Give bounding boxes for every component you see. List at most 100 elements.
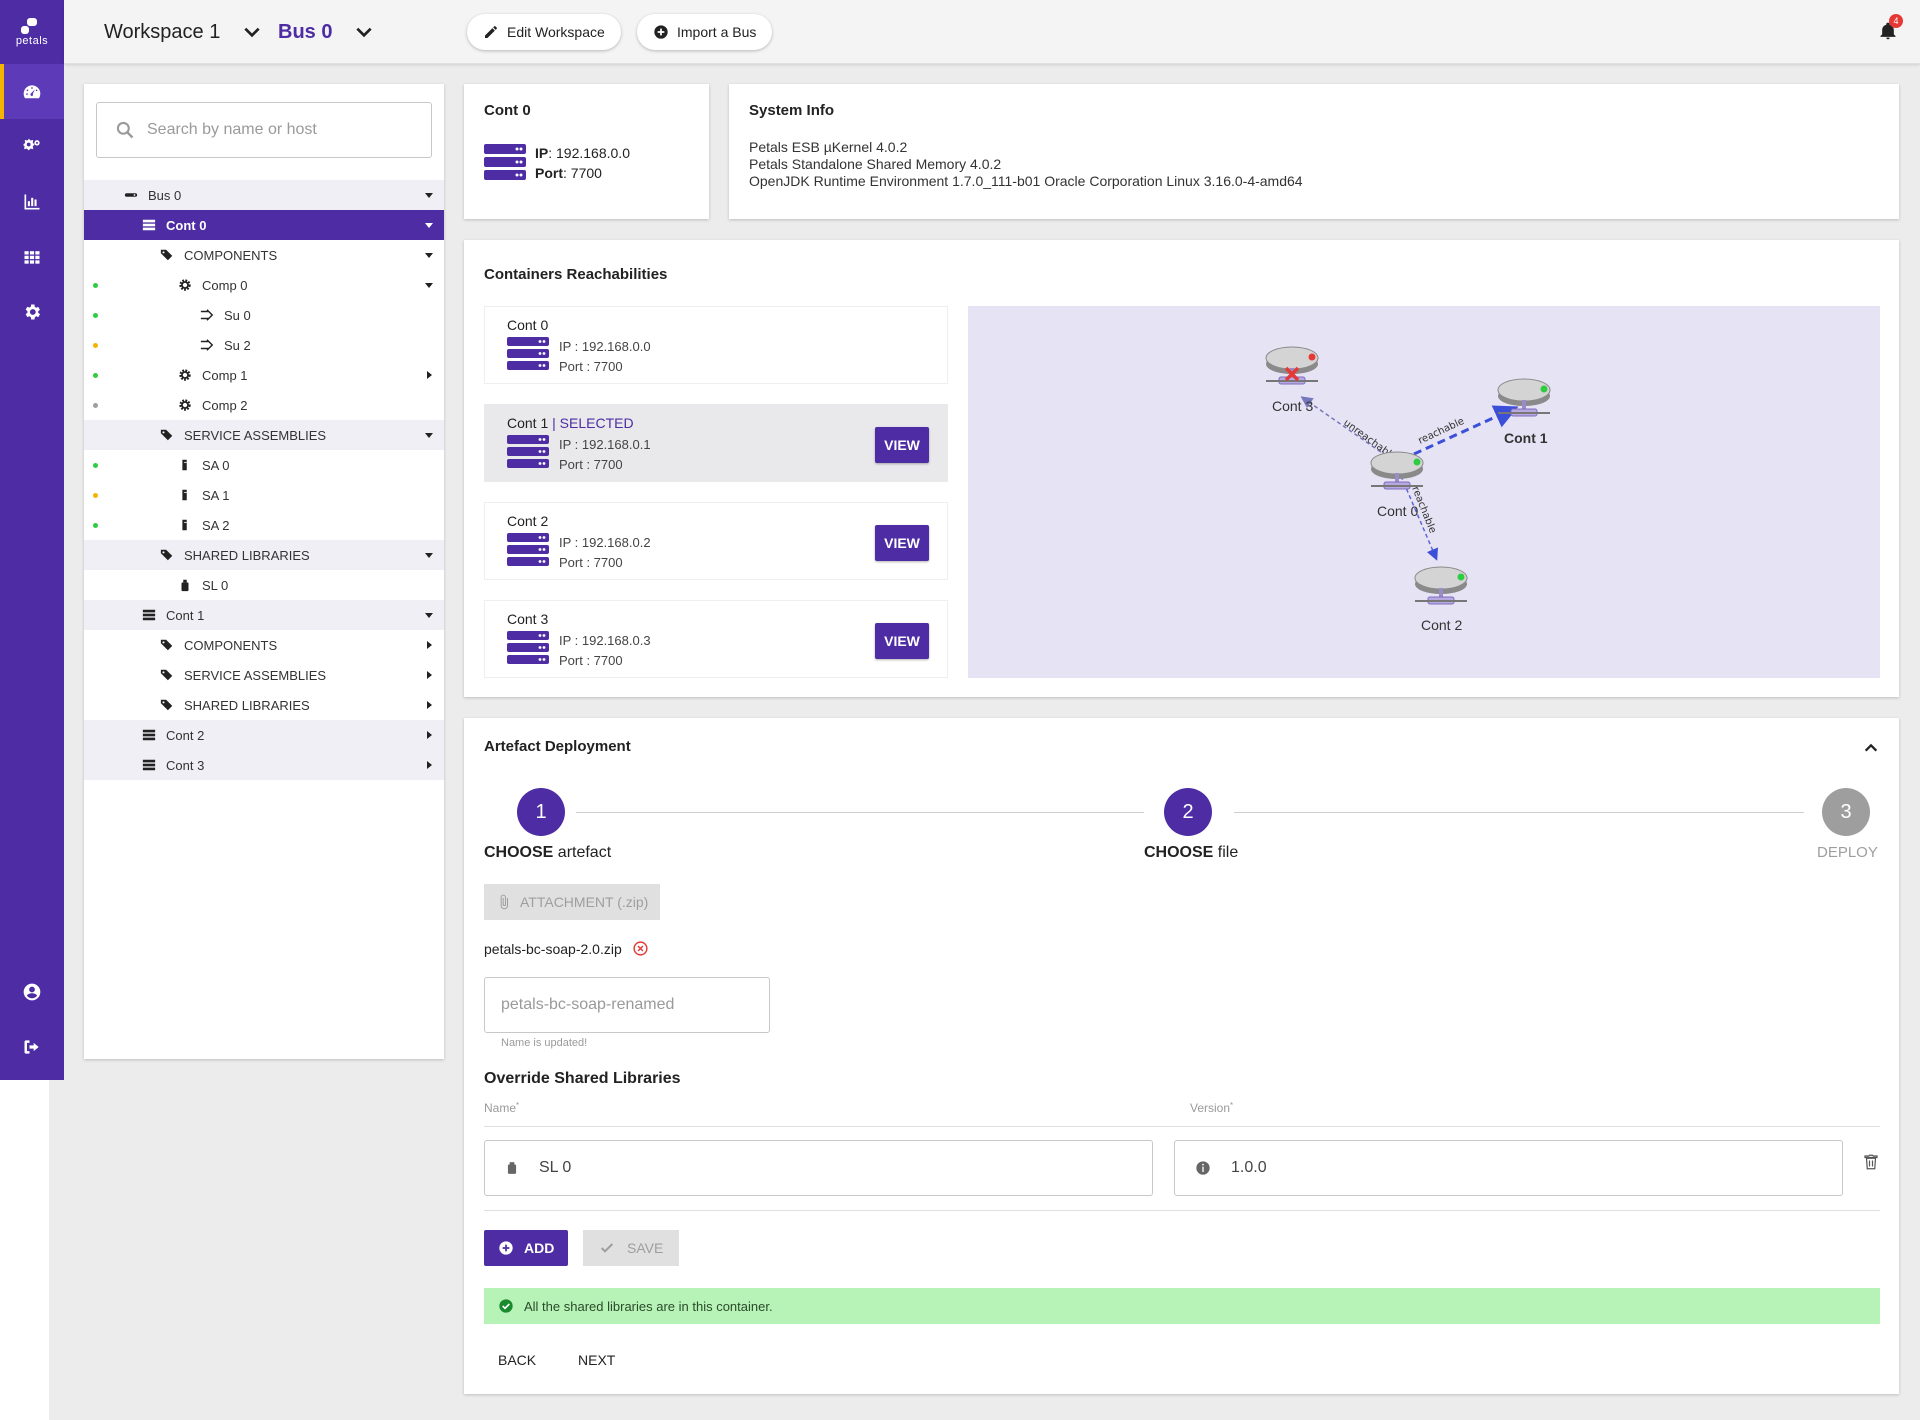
tree-node[interactable]: SERVICE ASSEMBLIES <box>84 660 444 690</box>
container-address: IP : 192.168.0.3 Port : 7700 <box>559 633 651 668</box>
rename-input[interactable]: petals-bc-soap-renamed <box>484 977 770 1033</box>
chevron-up-icon[interactable] <box>1863 740 1879 756</box>
container-ip: 192.168.0.0 <box>556 145 630 161</box>
sl-name-input[interactable]: SL 0 <box>484 1140 1153 1196</box>
step-2-circle[interactable]: 2 <box>1164 788 1212 836</box>
account-icon <box>23 983 41 1000</box>
nav-apps[interactable] <box>0 229 64 284</box>
tree-node[interactable]: Su 2 <box>84 330 444 360</box>
edit-workspace-button[interactable]: Edit Workspace <box>467 14 621 50</box>
node-cont-2[interactable] <box>1414 566 1468 605</box>
tree-node[interactable]: Su 0 <box>84 300 444 330</box>
status-dot <box>93 403 98 408</box>
reachability-item[interactable]: Cont 0 IP : 192.168.0.0 Port : 7700 <box>484 306 948 384</box>
sa-icon <box>182 459 187 471</box>
remove-file-icon[interactable] <box>632 940 649 957</box>
nav-logout[interactable] <box>0 1019 64 1074</box>
attachment-button[interactable]: ATTACHMENT (.zip) <box>484 884 661 920</box>
reachability-graph[interactable]: unreachable reachable reachable Cont 3 C… <box>968 306 1880 678</box>
workspace-selector[interactable]: Workspace 1 <box>104 0 262 64</box>
tree-node[interactable]: Cont 0 <box>84 210 444 240</box>
gears-icon <box>23 138 40 150</box>
tree-node[interactable]: SHARED LIBRARIES <box>84 540 444 570</box>
node-cont-3[interactable] <box>1265 346 1319 385</box>
reachability-item[interactable]: Cont 3 IP : 192.168.0.3 Port : 7700 VIEW <box>484 600 948 678</box>
tree-node-label: Su 2 <box>224 337 251 353</box>
delete-icon[interactable] <box>1862 1152 1880 1172</box>
tree-node[interactable]: Comp 2 <box>84 390 444 420</box>
petals-logo[interactable]: petals <box>0 0 64 64</box>
status-dot <box>93 493 98 498</box>
caret-down-icon[interactable] <box>424 240 434 270</box>
caret-down-icon[interactable] <box>424 600 434 630</box>
node-cont-0[interactable] <box>1370 451 1424 490</box>
tree-node[interactable]: Cont 3 <box>84 750 444 780</box>
tree-node[interactable]: SL 0 <box>84 570 444 600</box>
next-button[interactable]: NEXT <box>566 1342 627 1378</box>
tree-list: Bus 0 Cont 0 COMPONENTS Comp 0 Su 0 Su 2 Comp … <box>84 180 444 780</box>
caret-right-icon[interactable] <box>424 630 434 660</box>
caret-down-icon[interactable] <box>424 180 434 210</box>
server-icon <box>142 609 156 621</box>
reachability-item[interactable]: Cont 2 IP : 192.168.0.2 Port : 7700 VIEW <box>484 502 948 580</box>
nav-dashboard[interactable] <box>0 64 64 119</box>
step-1-circle[interactable]: 1 <box>517 788 565 836</box>
tree-node[interactable]: SERVICE ASSEMBLIES <box>84 420 444 450</box>
bar-chart-icon <box>24 194 40 209</box>
nav-statistics[interactable] <box>0 174 64 229</box>
caret-right-icon[interactable] <box>424 690 434 720</box>
system-info-line: OpenJDK Runtime Environment 1.7.0_111-b0… <box>749 173 1303 189</box>
save-button[interactable]: SAVE <box>583 1230 680 1266</box>
caret-down-icon[interactable] <box>424 420 434 450</box>
nav-gears[interactable] <box>0 119 64 174</box>
caret-down-icon[interactable] <box>424 540 434 570</box>
tree-node[interactable]: COMPONENTS <box>84 240 444 270</box>
tree-node[interactable]: COMPONENTS <box>84 630 444 660</box>
node-label: Cont 3 <box>1272 398 1314 414</box>
server-icon <box>484 144 526 180</box>
caret-down-icon[interactable] <box>424 210 434 240</box>
bus-selector[interactable]: Bus 0 <box>278 0 374 64</box>
container-address: IP : 192.168.0.2 Port : 7700 <box>559 535 651 570</box>
tree-node[interactable]: SA 2 <box>84 510 444 540</box>
tree-node[interactable]: SA 0 <box>84 450 444 480</box>
dashboard-icon <box>23 84 41 98</box>
tree-node[interactable]: Bus 0 <box>84 180 444 210</box>
notifications-button[interactable]: 4 <box>1878 14 1903 42</box>
caret-right-icon[interactable] <box>424 360 434 390</box>
caret-right-icon[interactable] <box>424 660 434 690</box>
file-name: petals-bc-soap-2.0.zip <box>484 940 622 957</box>
tree-node[interactable]: Comp 0 <box>84 270 444 300</box>
tree-node[interactable]: Cont 2 <box>84 720 444 750</box>
divider <box>484 1126 1880 1127</box>
topology-tree-panel: Search by name or host Bus 0 Cont 0 COMPON… <box>84 84 444 1059</box>
tree-node[interactable]: Cont 1 <box>84 600 444 630</box>
view-button[interactable]: VIEW <box>875 525 929 561</box>
back-button[interactable]: BACK <box>486 1342 548 1378</box>
tree-node[interactable]: SA 1 <box>84 480 444 510</box>
tree-node[interactable]: SHARED LIBRARIES <box>84 690 444 720</box>
import-bus-button[interactable]: Import a Bus <box>637 14 773 50</box>
search-input[interactable]: Search by name or host <box>96 102 432 158</box>
nav-settings[interactable] <box>0 284 64 339</box>
view-button[interactable]: VIEW <box>875 427 929 463</box>
caret-right-icon[interactable] <box>424 720 434 750</box>
reachability-item[interactable]: Cont 1 | SELECTED IP : 192.168.0.1 Port : … <box>484 404 948 482</box>
page-background-left <box>0 1080 49 1420</box>
logo-text: petals <box>15 34 49 47</box>
step-3-circle[interactable]: 3 <box>1822 788 1870 836</box>
view-button[interactable]: VIEW <box>875 623 929 659</box>
check-icon <box>600 1243 614 1253</box>
reachabilities-card: Containers Reachabilities Cont 0 IP : 192… <box>464 240 1899 697</box>
tags-icon <box>160 549 173 561</box>
caret-down-icon[interactable] <box>424 270 434 300</box>
node-cont-1[interactable] <box>1497 378 1551 417</box>
nav-account[interactable] <box>0 964 64 1019</box>
sl-version-input[interactable]: 1.0.0 <box>1174 1140 1843 1196</box>
artefact-deployment-card: Artefact Deployment 1 2 3 CHOOSE artefac… <box>464 718 1899 1394</box>
add-button[interactable]: ADD <box>484 1230 569 1266</box>
container-address: IP : 192.168.0.0 Port : 7700 <box>559 339 651 374</box>
server-icon <box>507 631 549 664</box>
tree-node[interactable]: Comp 1 <box>84 360 444 390</box>
caret-right-icon[interactable] <box>424 750 434 780</box>
